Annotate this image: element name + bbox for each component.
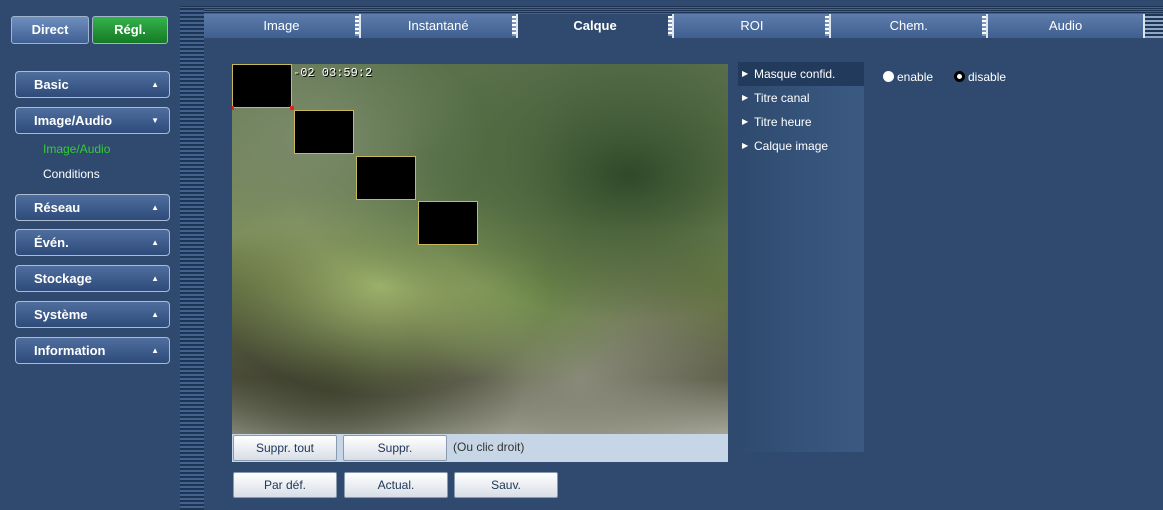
- menu-basic[interactable]: Basic ▲: [15, 71, 170, 98]
- submenu-image-overlay[interactable]: ▶ Calque image: [738, 134, 864, 158]
- tab-separator: [668, 16, 673, 36]
- menu-label: Basic: [34, 77, 69, 92]
- tab-label: Image: [263, 18, 300, 33]
- direct-mode-button[interactable]: Direct: [11, 16, 89, 44]
- privacy-mask-region-1[interactable]: [232, 64, 292, 108]
- video-toolbar: Suppr. tout Suppr. (Ou clic droit): [232, 434, 728, 462]
- menu-label: Stockage: [34, 271, 92, 286]
- tabbar-end-decoration: [1145, 14, 1163, 38]
- menu-label: Système: [34, 307, 88, 322]
- disable-option[interactable]: disable: [954, 70, 1006, 84]
- tab-image[interactable]: Image: [204, 14, 361, 38]
- caret-right-icon: ▶: [742, 69, 749, 78]
- triangle-up-icon: ▲: [151, 203, 159, 212]
- caret-right-icon: ▶: [742, 117, 749, 126]
- triangle-up-icon: ▲: [151, 238, 159, 247]
- submenu-channel-title[interactable]: ▶ Titre canal: [738, 86, 864, 110]
- submenu-label: Calque image: [754, 139, 829, 153]
- delete-button[interactable]: Suppr.: [343, 435, 447, 461]
- submenu-item-conditions[interactable]: Conditions: [43, 167, 100, 181]
- menu-events[interactable]: Évén. ▲: [15, 229, 170, 256]
- enable-label: enable: [897, 70, 934, 84]
- privacy-mask-region-2[interactable]: [294, 110, 354, 154]
- menu-information[interactable]: Information ▲: [15, 337, 170, 364]
- enable-radio[interactable]: [883, 71, 894, 82]
- tab-path[interactable]: Chem.: [831, 14, 989, 38]
- submenu-item-image-audio[interactable]: Image/Audio: [43, 142, 110, 156]
- tab-label: Chem.: [889, 18, 928, 33]
- submenu-label: Titre heure: [754, 115, 812, 129]
- privacy-mask-region-4[interactable]: [418, 201, 478, 245]
- settings-mode-button[interactable]: Régl.: [92, 16, 168, 44]
- tab-snapshot[interactable]: Instantané: [360, 14, 518, 38]
- top-divider: [180, 6, 1163, 14]
- tab-label: Audio: [1048, 18, 1083, 33]
- triangle-down-icon: ▼: [151, 116, 159, 125]
- tab-audio[interactable]: Audio: [988, 14, 1145, 38]
- menu-storage[interactable]: Stockage ▲: [15, 265, 170, 292]
- triangle-up-icon: ▲: [151, 346, 159, 355]
- sidebar: Direct Régl. Basic ▲ Image/Audio ▼ Image…: [0, 0, 180, 510]
- tab-roi[interactable]: ROI: [674, 14, 832, 38]
- tab-overlay[interactable]: Calque: [517, 14, 675, 38]
- resize-handle[interactable]: [232, 106, 234, 110]
- tab-label: Instantané: [407, 18, 469, 33]
- caret-right-icon: ▶: [742, 93, 749, 102]
- triangle-up-icon: ▲: [151, 80, 159, 89]
- tab-label: ROI: [740, 18, 764, 33]
- menu-image-audio[interactable]: Image/Audio ▼: [15, 107, 170, 134]
- tab-label: Calque: [573, 18, 617, 33]
- tab-separator: [354, 16, 359, 36]
- menu-label: Image/Audio: [34, 113, 113, 128]
- disable-radio[interactable]: [954, 71, 965, 82]
- video-preview[interactable]: -02 03:59:2: [232, 64, 728, 434]
- default-button[interactable]: Par déf.: [233, 472, 337, 498]
- menu-network[interactable]: Réseau ▲: [15, 194, 170, 221]
- privacy-mask-region-3[interactable]: [356, 156, 416, 200]
- tab-separator: [982, 16, 987, 36]
- enable-option[interactable]: enable: [883, 70, 933, 84]
- triangle-up-icon: ▲: [151, 310, 159, 319]
- delete-all-button[interactable]: Suppr. tout: [233, 435, 337, 461]
- submenu-label: Titre canal: [754, 91, 810, 105]
- submenu-privacy-mask[interactable]: ▶ Masque confid.: [738, 62, 864, 86]
- submenu-time-title[interactable]: ▶ Titre heure: [738, 110, 864, 134]
- tab-separator: [511, 16, 516, 36]
- triangle-up-icon: ▲: [151, 274, 159, 283]
- menu-label: Information: [34, 343, 106, 358]
- save-button[interactable]: Sauv.: [454, 472, 558, 498]
- refresh-button[interactable]: Actual.: [344, 472, 448, 498]
- tab-separator: [825, 16, 830, 36]
- overlay-submenu: ▶ Masque confid. ▶ Titre canal ▶ Titre h…: [738, 62, 864, 452]
- caret-right-icon: ▶: [742, 141, 749, 150]
- osd-timestamp: -02 03:59:2: [293, 66, 373, 80]
- left-divider: [180, 8, 204, 510]
- menu-system[interactable]: Système ▲: [15, 301, 170, 328]
- right-click-hint: (Ou clic droit): [453, 440, 525, 454]
- menu-label: Évén.: [34, 235, 69, 250]
- submenu-label: Masque confid.: [754, 67, 836, 81]
- disable-label: disable: [968, 70, 1007, 84]
- tab-bar: Image Instantané Calque ROI Chem. Audio: [204, 14, 1145, 38]
- menu-label: Réseau: [34, 200, 81, 215]
